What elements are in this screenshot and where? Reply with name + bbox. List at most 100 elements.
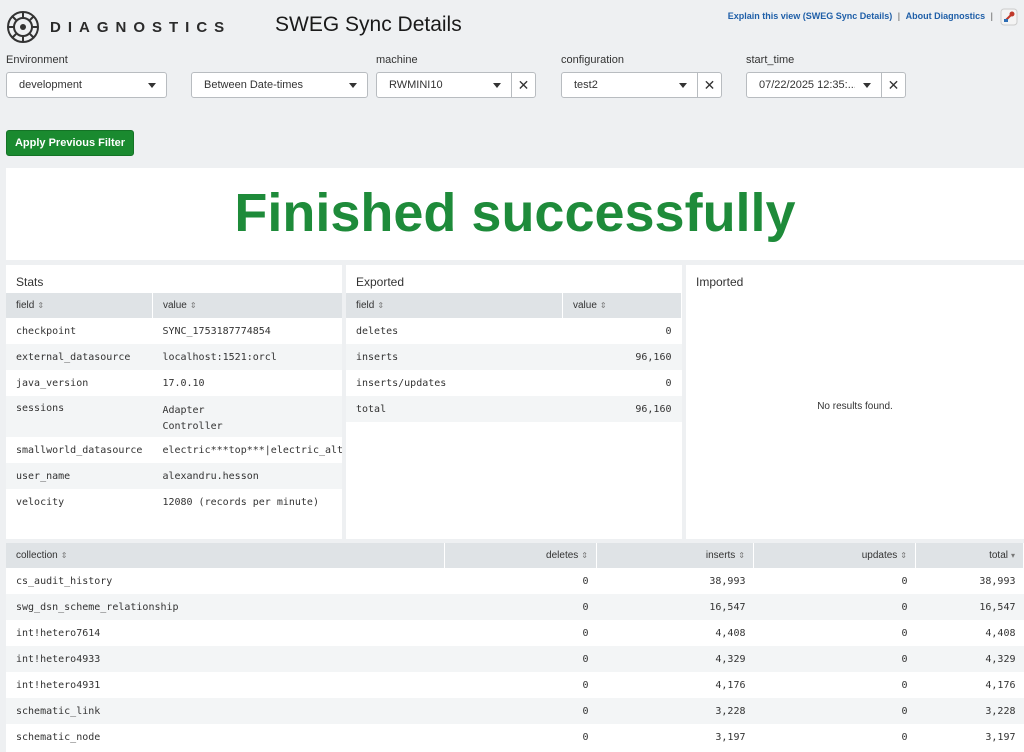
column-header-total[interactable]: total ▾ [915,543,1024,568]
machine-label: machine [376,54,418,66]
sort-icon: ⇕ [60,551,68,560]
machine-clear-button[interactable]: ✕ [511,72,536,98]
stats-value: alexandru.hesson [152,463,342,489]
chevron-down-icon [349,83,357,88]
collection-updates: 0 [753,594,916,620]
about-diagnostics-link[interactable]: About Diagnostics [906,11,986,21]
collection-total: 3,197 [985,731,1016,743]
apply-previous-filter-button[interactable]: Apply Previous Filter [6,130,134,156]
stats-field: checkpoint [16,325,77,337]
table-row: total 96,160 [346,396,682,422]
start-time-dropdown[interactable]: 07/22/2025 12:35:... [746,72,882,98]
collection-name: swg_dsn_scheme_relationship [6,594,445,620]
collection-deletes: 0 [582,575,589,587]
collections-table: collection ⇕ deletes ⇕ inserts ⇕ updates ⇕ t… [6,543,1024,750]
stats-title: Stats [16,275,44,289]
column-header-field[interactable]: field ⇕ [346,293,563,318]
status-message: Finished successfully [234,183,796,243]
stats-value: 12080 (records per minute) [162,496,319,508]
configuration-dropdown[interactable]: test2 [561,72,698,98]
column-header-deletes[interactable]: deletes ⇕ [444,543,597,568]
table-row: deletes 0 [346,318,682,344]
configuration-clear-button[interactable]: ✕ [697,72,722,98]
page-title: SWEG Sync Details [275,13,462,36]
collection-deletes: 0 [582,627,589,639]
table-row: checkpoint SYNC_1753187774854 [6,318,342,344]
table-row: smallworld_datasource electric***top***|… [6,437,342,463]
table-row: user_name alexandru.hesson [6,463,342,489]
stats-value: 17.0.10 [162,377,205,389]
close-icon: ✕ [887,76,900,93]
collection-total: 4,176 [985,679,1016,691]
start-time-label: start_time [746,54,795,66]
collection-total: 4,329 [915,646,1024,672]
column-header-value[interactable]: value ⇕ [562,293,682,318]
collections-panel: collection ⇕ deletes ⇕ inserts ⇕ updates ⇕ t… [6,543,1024,752]
column-label: collection [16,550,58,561]
column-header-field[interactable]: field ⇕ [6,293,153,318]
column-header-updates[interactable]: updates ⇕ [753,543,916,568]
stats-field: external_datasource [6,344,153,370]
collection-inserts: 4,329 [596,646,754,672]
column-header-collection[interactable]: collection ⇕ [6,543,445,568]
sort-icon: ⇕ [377,301,385,310]
start-time-clear-button[interactable]: ✕ [881,72,906,98]
table-row: inserts 96,160 [346,344,682,370]
sort-icon: ⇕ [581,551,588,560]
environment-dropdown[interactable]: development [6,72,167,98]
sort-icon: ⇕ [189,301,197,310]
collection-name: int!hetero7614 [16,627,101,639]
sort-icon: ⇕ [599,301,607,310]
exported-value: 0 [665,325,672,337]
column-header-value[interactable]: value ⇕ [152,293,342,318]
logo-text: DIAGNOSTICS [50,18,232,36]
column-label: value [162,300,187,311]
stats-value-line: Controller [162,421,223,432]
column-label: total [989,550,1008,561]
explain-view-link[interactable]: Explain this view (SWEG Sync Details) [728,11,893,21]
exported-value: 96,160 [562,396,682,422]
exported-field: total [346,396,563,422]
status-panel: Finished successfully [6,168,1024,260]
collection-updates: 0 [753,646,916,672]
collection-total: 3,228 [915,698,1024,724]
machine-value: RWMINI10 [389,79,443,91]
column-label: value [573,300,597,311]
sort-desc-icon: ▾ [1010,551,1015,560]
stats-field: user_name [6,463,153,489]
exported-field: deletes [356,325,399,337]
collection-inserts: 38,993 [709,575,746,587]
column-header-inserts[interactable]: inserts ⇕ [596,543,754,568]
collection-inserts: 3,228 [596,698,754,724]
top-links: Explain this view (SWEG Sync Details) | … [728,11,996,21]
chevron-down-icon [679,83,687,88]
column-label: updates [861,550,898,561]
exported-field: inserts/updates [356,377,447,389]
launcher-icon[interactable] [1000,8,1018,26]
imported-panel: Imported No results found. [686,265,1024,539]
environment-label: Environment [6,54,68,66]
collection-name: schematic_link [6,698,445,724]
exported-value: 96,160 [562,344,682,370]
start-time-value: 07/22/2025 12:35:... [759,79,855,91]
table-row: java_version 17.0.10 [6,370,342,396]
collection-updates: 0 [901,731,908,743]
link-separator: | [897,11,901,21]
stats-field: velocity [16,496,65,508]
app-logo[interactable]: DIAGNOSTICS [6,10,250,44]
collection-updates: 0 [901,679,908,691]
stats-value: localhost:1521:orcl [152,344,342,370]
collection-deletes: 0 [582,731,589,743]
exported-field: inserts [346,344,563,370]
table-row: swg_dsn_scheme_relationship 0 16,547 0 1… [6,594,1024,620]
imported-title: Imported [696,275,744,289]
close-icon: ✕ [517,76,530,93]
stats-value: SYNC_1753187774854 [162,325,271,337]
time-range-dropdown[interactable]: Between Date-times [191,72,368,98]
column-label: deletes [546,550,579,561]
table-row: velocity 12080 (records per minute) [6,489,342,515]
collection-deletes: 0 [582,679,589,691]
table-row: inserts/updates 0 [346,370,682,396]
machine-dropdown[interactable]: RWMINI10 [376,72,512,98]
collection-deletes: 0 [444,698,597,724]
